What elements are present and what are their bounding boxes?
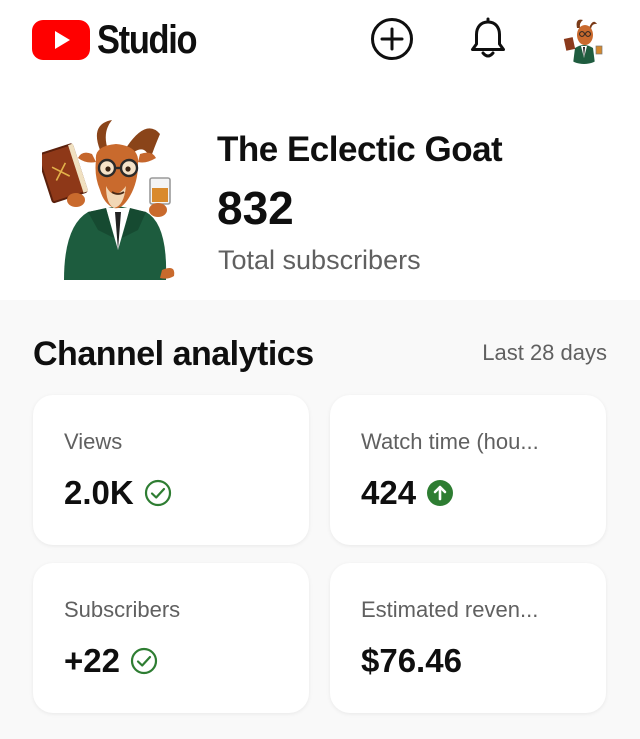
card-value: +22 — [64, 642, 120, 679]
card-label: Estimated reven... — [361, 597, 539, 622]
card-value: 424 — [361, 474, 417, 511]
notifications-button[interactable] — [465, 16, 511, 62]
check-circle-icon — [130, 647, 158, 675]
account-avatar[interactable] — [559, 14, 609, 64]
goat-character-icon — [37, 120, 175, 280]
create-plus-icon — [371, 18, 413, 60]
check-circle-icon — [144, 479, 172, 507]
card-value: $76.46 — [361, 642, 462, 679]
period-selector[interactable]: Last 28 days — [482, 338, 607, 368]
card-label: Watch time (hou... — [361, 429, 539, 454]
card-value-row: 2.0K — [64, 473, 172, 513]
subscriber-label: Total subscribers — [218, 245, 421, 275]
goat-character-icon — [559, 14, 609, 64]
notifications-bell-icon — [471, 17, 505, 58]
app-name: Studio — [97, 18, 198, 62]
card-label: Views — [64, 429, 123, 454]
channel-summary: The Eclectic Goat 832 Total subscribers — [0, 84, 640, 300]
views-card[interactable]: Views 2.0K — [33, 395, 309, 545]
arrow-up-circle-icon — [426, 479, 454, 507]
section-title: Channel analytics — [33, 335, 314, 373]
card-value-row: $76.46 — [361, 641, 462, 681]
subscriber-count: 832 — [217, 182, 294, 234]
card-value-row: +22 — [64, 641, 158, 681]
youtube-logo-icon — [32, 20, 90, 60]
card-label: Subscribers — [64, 597, 181, 622]
card-value: 2.0K — [64, 474, 134, 511]
channel-avatar[interactable] — [37, 120, 184, 280]
channel-name: The Eclectic Goat — [217, 130, 503, 169]
subscribers-card[interactable]: Subscribers +22 — [33, 563, 309, 713]
card-value-row: 424 — [361, 473, 454, 513]
estimated-revenue-card[interactable]: Estimated reven... $76.46 — [330, 563, 606, 713]
watch-time-card[interactable]: Watch time (hou... 424 — [330, 395, 606, 545]
top-app-bar: Studio — [0, 0, 640, 84]
studio-logo[interactable]: Studio — [32, 18, 212, 62]
channel-analytics-section: Channel analytics Last 28 days Views 2.0… — [0, 300, 640, 739]
create-button[interactable] — [369, 16, 415, 62]
